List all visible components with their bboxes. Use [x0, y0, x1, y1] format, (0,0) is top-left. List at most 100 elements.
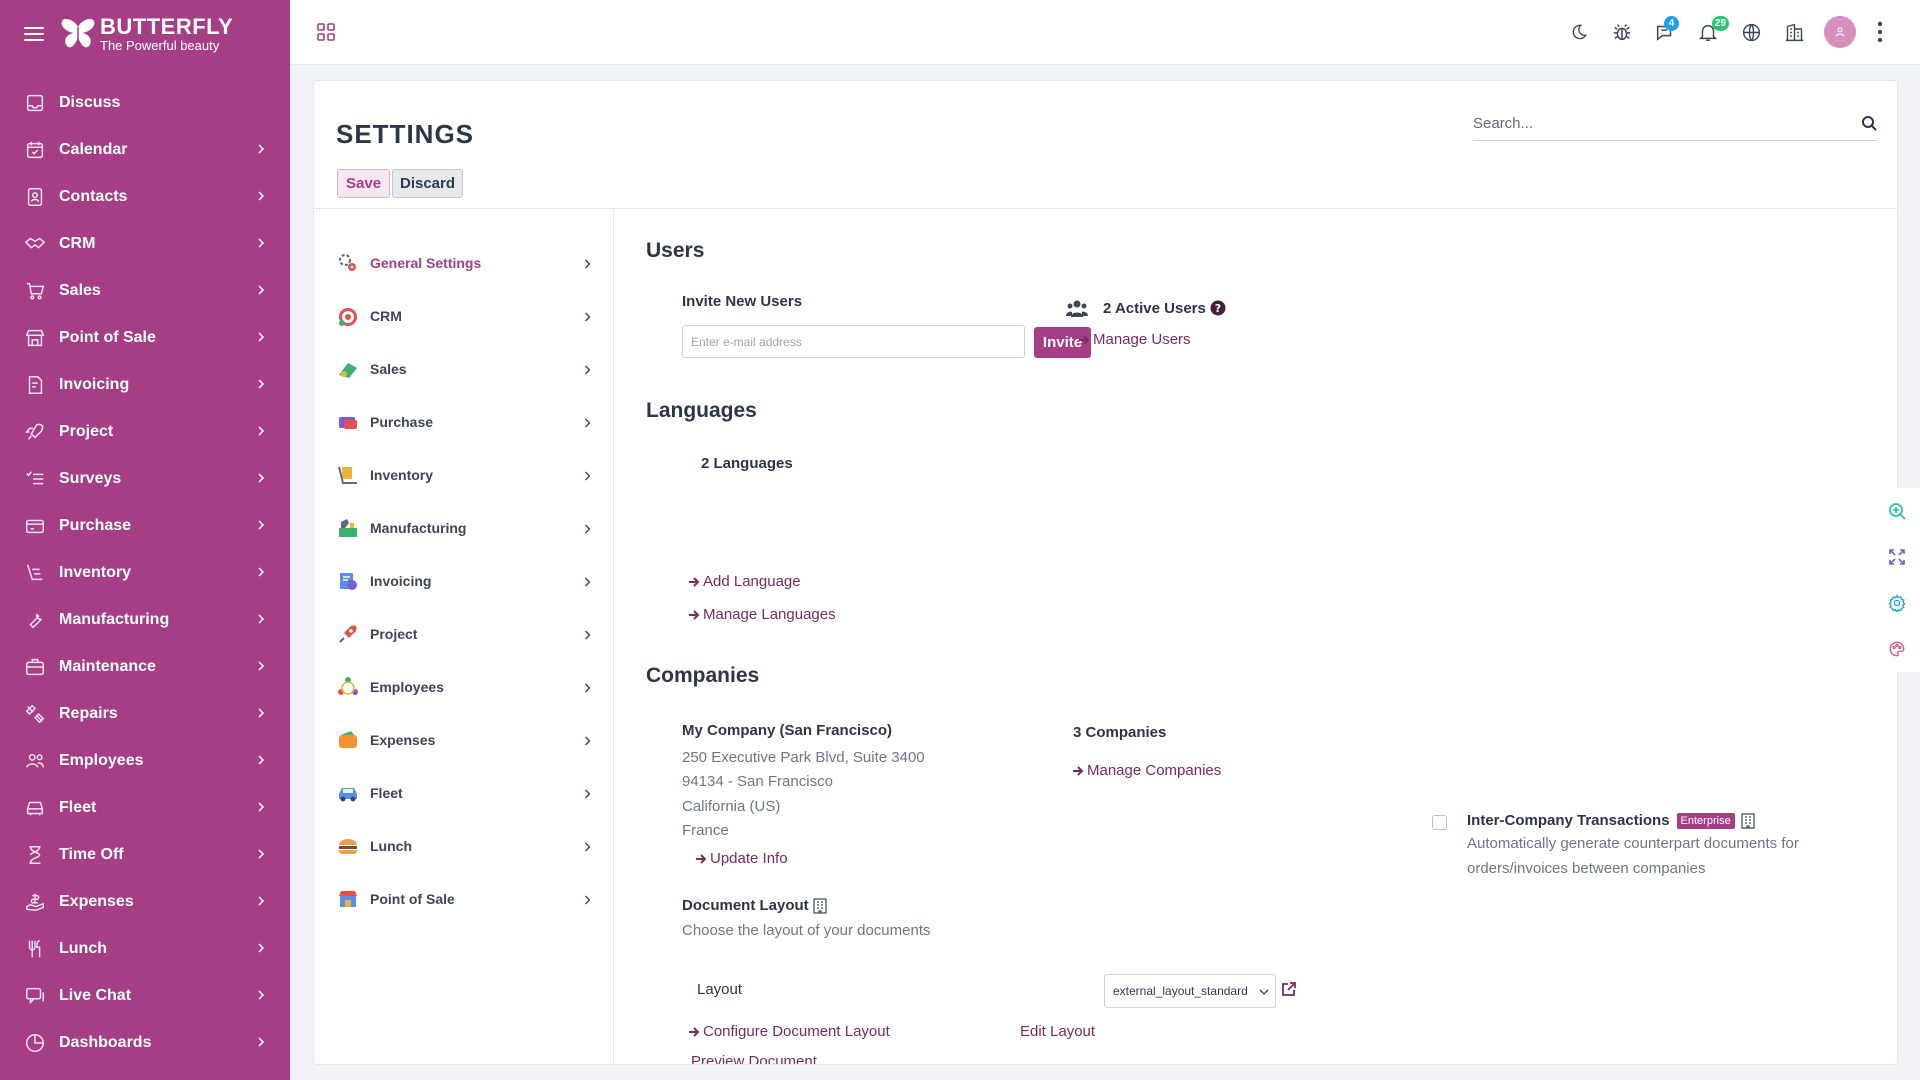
project-rocket-icon [339, 625, 357, 643]
user-avatar[interactable] [1824, 16, 1856, 48]
settings-nav-fleet[interactable]: Fleet [336, 779, 591, 807]
invite-email-input[interactable] [682, 325, 1025, 358]
sidebar-item-discuss[interactable]: Discuss [0, 79, 290, 126]
arrow-right-icon [696, 853, 707, 864]
sidebar-item-crm[interactable]: CRM [0, 220, 290, 267]
notifications-button[interactable]: 29 [1690, 14, 1729, 50]
save-button[interactable]: Save [337, 169, 391, 198]
fullscreen-widget[interactable] [1874, 534, 1920, 580]
configure-document-layout-link[interactable]: Configure Document Layout [688, 1023, 890, 1040]
settings-nav-point-of-sale[interactable]: Point of Sale [336, 885, 591, 913]
dark-mode-toggle[interactable] [1561, 14, 1597, 50]
purchase-icon [26, 519, 44, 533]
settings-nav-employees[interactable]: Employees [336, 673, 591, 701]
globe-icon [1742, 23, 1760, 41]
sidebar-item-purchase[interactable]: Purchase [0, 502, 290, 549]
external-link-icon[interactable] [1281, 981, 1297, 997]
sidebar-item-expenses[interactable]: Expenses [0, 878, 290, 925]
chevron-right-icon [585, 365, 591, 375]
arrow-right-icon [689, 609, 700, 620]
settings-nav-purchase[interactable]: Purchase [336, 408, 591, 436]
theme-widget[interactable] [1874, 626, 1920, 672]
sidebar-item-employees[interactable]: Employees [0, 737, 290, 784]
sidebar-item-manufacturing[interactable]: Manufacturing [0, 596, 290, 643]
language-button[interactable] [1733, 14, 1769, 50]
kebab-menu-icon [1877, 21, 1883, 43]
settings-nav-general-settings[interactable]: General Settings [336, 249, 591, 277]
discard-button[interactable]: Discard [392, 169, 464, 198]
sidebar-item-surveys[interactable]: Surveys [0, 455, 290, 502]
sidebar-item-fleet[interactable]: Fleet [0, 784, 290, 831]
settings-search [1473, 105, 1877, 141]
handshake-icon [24, 237, 46, 249]
sidebar-item-project[interactable]: Project [0, 408, 290, 455]
add-language-link[interactable]: Add Language [688, 573, 801, 590]
more-options-button[interactable] [1870, 14, 1890, 50]
manage-users-text: Manage Users [1093, 331, 1191, 348]
chevron-right-icon [585, 524, 591, 534]
sidebar-item-label: Sales [59, 281, 101, 299]
sidebar-item-maintenance[interactable]: Maintenance [0, 643, 290, 690]
document-layout-desc: Choose the layout of your documents [682, 922, 931, 939]
inter-company-checkbox[interactable] [1432, 815, 1447, 830]
arrow-right-icon [1073, 765, 1084, 776]
sidebar-item-calendar[interactable]: Calendar [0, 126, 290, 173]
company-switcher-button[interactable] [1776, 14, 1812, 50]
sidebar-item-point-of-sale[interactable]: Point of Sale [0, 314, 290, 361]
chevron-right-icon [585, 842, 591, 852]
update-info-link[interactable]: Update Info [695, 850, 788, 867]
chevron-right-icon [258, 144, 265, 154]
sidebar-item-repairs[interactable]: Repairs [0, 690, 290, 737]
settings-nav-label: Point of Sale [370, 891, 455, 907]
settings-nav-invoicing[interactable]: Invoicing [336, 567, 591, 595]
settings-widget[interactable] [1874, 580, 1920, 626]
settings-nav-label: Project [370, 626, 418, 642]
sidebar-item-label: Invoicing [59, 375, 130, 393]
settings-nav-expenses[interactable]: Expenses [336, 726, 591, 754]
users-group-icon [1066, 300, 1088, 317]
search-input[interactable] [1473, 109, 1843, 137]
wrench-icon [29, 612, 42, 628]
sidebar-item-inventory[interactable]: Inventory [0, 549, 290, 596]
zoom-in-widget[interactable] [1874, 488, 1920, 534]
chevron-right-icon [258, 285, 265, 295]
arrow-right-icon [1079, 334, 1090, 345]
layout-select[interactable]: external_layout_standard [1104, 974, 1276, 1008]
sidebar-item-lunch[interactable]: Lunch [0, 925, 290, 972]
chevron-right-icon [258, 708, 265, 718]
general-settings-icon [339, 254, 356, 271]
settings-nav-inventory[interactable]: Inventory [336, 461, 591, 489]
settings-nav-project[interactable]: Project [336, 620, 591, 648]
apps-grid-icon[interactable] [316, 22, 336, 42]
edit-layout-link[interactable]: Edit Layout [1020, 1023, 1095, 1040]
logo[interactable]: BUTTERFLY The Powerful beauty [60, 16, 233, 52]
manage-users-link[interactable]: Manage Users [1078, 331, 1191, 348]
settings-nav-manufacturing[interactable]: Manufacturing [336, 514, 591, 542]
sidebar-item-time-off[interactable]: Time Off [0, 831, 290, 878]
sidebar-item-invoicing[interactable]: Invoicing [0, 361, 290, 408]
sidebar-nav: Discuss Calendar Contacts CRM Sales Poin… [0, 79, 290, 1066]
company-specific-icon [1741, 812, 1755, 829]
manage-companies-link[interactable]: Manage Companies [1072, 762, 1221, 779]
sidebar-item-sales[interactable]: Sales [0, 267, 290, 314]
brand-tagline: The Powerful beauty [100, 38, 220, 53]
sidebar-item-dashboards[interactable]: Dashboards [0, 1019, 290, 1066]
messages-button[interactable]: 4 [1647, 14, 1683, 50]
sidebar-item-live-chat[interactable]: Live Chat [0, 972, 290, 1019]
help-icon[interactable]: ? [1210, 300, 1226, 316]
bug-icon [1613, 24, 1631, 41]
manage-languages-link[interactable]: Manage Languages [688, 606, 836, 623]
chevron-right-icon [258, 661, 265, 671]
settings-nav-lunch[interactable]: Lunch [336, 832, 591, 860]
people-icon [26, 753, 44, 768]
hamburger-menu-icon[interactable] [22, 22, 46, 46]
sidebar-item-contacts[interactable]: Contacts [0, 173, 290, 220]
settings-nav-crm[interactable]: CRM [336, 302, 591, 330]
settings-nav-sales[interactable]: Sales [336, 355, 591, 383]
search-icon[interactable] [1861, 115, 1877, 131]
preview-document-link[interactable]: Preview Document [691, 1053, 817, 1064]
sidebar-item-label: Expenses [59, 892, 134, 910]
debug-button[interactable] [1604, 14, 1640, 50]
survey-icon [26, 470, 44, 484]
chevron-right-icon [585, 312, 591, 322]
